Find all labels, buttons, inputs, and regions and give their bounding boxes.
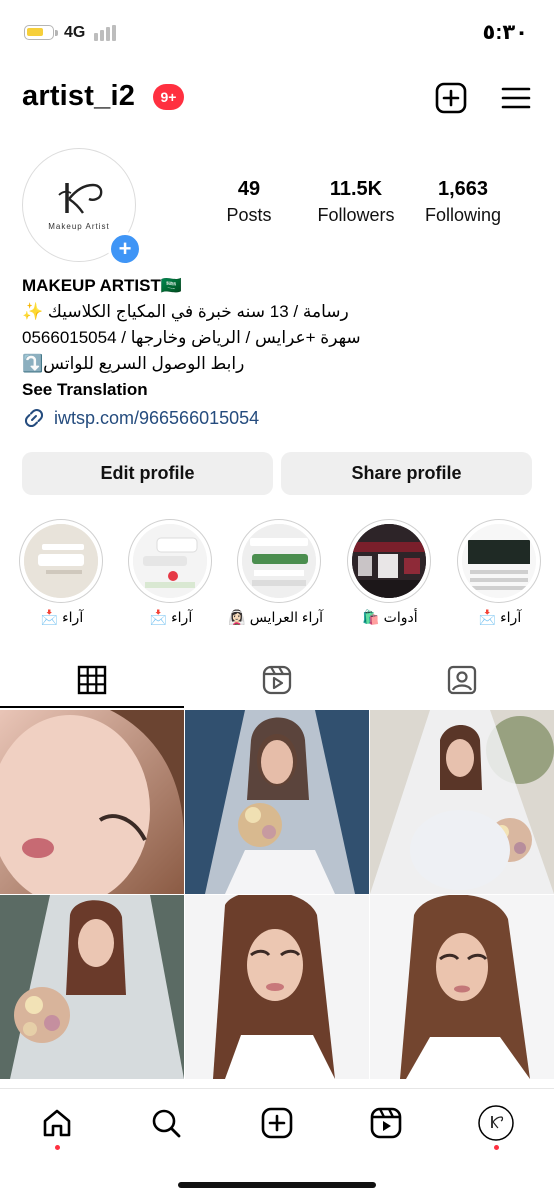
home-notification-dot <box>55 1145 60 1150</box>
grid-post[interactable] <box>370 895 554 1079</box>
saudi-flag-icon: 🇸🇦 <box>160 276 183 295</box>
grid-post[interactable] <box>185 895 369 1079</box>
create-icon <box>261 1107 293 1139</box>
add-story-button[interactable]: + <box>108 232 142 266</box>
tab-tagged[interactable] <box>370 652 554 708</box>
link-icon <box>24 408 44 428</box>
nav-profile[interactable] <box>476 1103 516 1143</box>
share-profile-button[interactable]: Share profile <box>281 452 532 495</box>
see-translation-link[interactable]: See Translation <box>22 377 532 403</box>
highlight-item[interactable]: أدوات 🛍️ <box>347 519 433 626</box>
edit-profile-button[interactable]: Edit profile <box>22 452 273 495</box>
highlight-item[interactable]: آراء 📩 <box>128 519 214 626</box>
grid-post[interactable] <box>185 710 369 894</box>
nav-home[interactable] <box>37 1103 77 1143</box>
stat-followers[interactable]: 11.5K Followers <box>310 178 402 226</box>
highlight-label: آراء 📩 <box>478 609 522 625</box>
network-type: 4G <box>64 24 86 41</box>
tab-reels[interactable] <box>185 652 369 708</box>
highlight-item[interactable]: آراء العرايس 👰🏻‍♀️ <box>228 519 323 626</box>
profile-icon <box>478 1105 514 1141</box>
nav-reels[interactable] <box>366 1103 406 1143</box>
tagged-icon <box>447 665 477 695</box>
profile-link[interactable]: iwtsp.com/966566015054 <box>22 406 259 430</box>
reels-icon <box>370 1107 402 1139</box>
menu-icon[interactable] <box>498 80 534 116</box>
profile-username[interactable]: artist_i2 <box>22 80 135 113</box>
notification-badge[interactable]: 9+ <box>153 84 184 110</box>
nav-search[interactable] <box>146 1103 186 1143</box>
signal-icon <box>94 25 118 41</box>
plus-square-icon[interactable] <box>433 80 469 116</box>
highlight-label: آراء العرايس 👰🏻‍♀️ <box>228 609 323 625</box>
status-time: ٥:٣٠ <box>482 21 528 44</box>
profile-display-name: MAKEUP ARTIST <box>22 276 161 295</box>
profile-bio: MAKEUP ARTIST🇸🇦 رسامة / 13 سنه خبرة في ا… <box>22 273 532 403</box>
search-icon <box>152 1109 181 1138</box>
grid-post[interactable] <box>0 710 184 894</box>
tab-indicator <box>0 706 184 708</box>
nav-create[interactable] <box>257 1103 297 1143</box>
grid-post[interactable] <box>0 895 184 1079</box>
bio-line-3: رابط الوصول السريع للواتس⤵️ <box>22 354 245 373</box>
home-indicator <box>178 1182 376 1188</box>
status-bar: 4G ٥:٣٠ <box>0 0 554 64</box>
battery-icon <box>24 25 54 40</box>
stat-posts[interactable]: 49 Posts <box>218 178 280 226</box>
highlight-item[interactable]: آراء 📩 <box>457 519 543 626</box>
profile-notification-dot <box>494 1145 499 1150</box>
grid-icon <box>77 665 107 695</box>
bio-line-2: سهرة +عرايس / الرياض وخارجها / 056601505… <box>22 328 361 347</box>
highlight-label: آراء 📩 <box>149 609 193 625</box>
highlight-item[interactable]: آراء 📩 <box>19 519 105 626</box>
highlight-label: آراء 📩 <box>40 609 84 625</box>
stat-following[interactable]: 1,663 Following <box>418 178 508 226</box>
reels-icon <box>262 665 292 695</box>
bio-line-1: رسامة / 13 سنه خبرة في المكياج الكلاسيك … <box>22 302 349 321</box>
svg-text:Makeup Artist: Makeup Artist <box>48 222 109 231</box>
profile-tabs <box>0 652 554 708</box>
tab-grid[interactable] <box>0 652 184 708</box>
grid-post[interactable] <box>370 710 554 894</box>
highlight-label: أدوات 🛍️ <box>362 609 418 625</box>
home-icon <box>43 1109 71 1137</box>
